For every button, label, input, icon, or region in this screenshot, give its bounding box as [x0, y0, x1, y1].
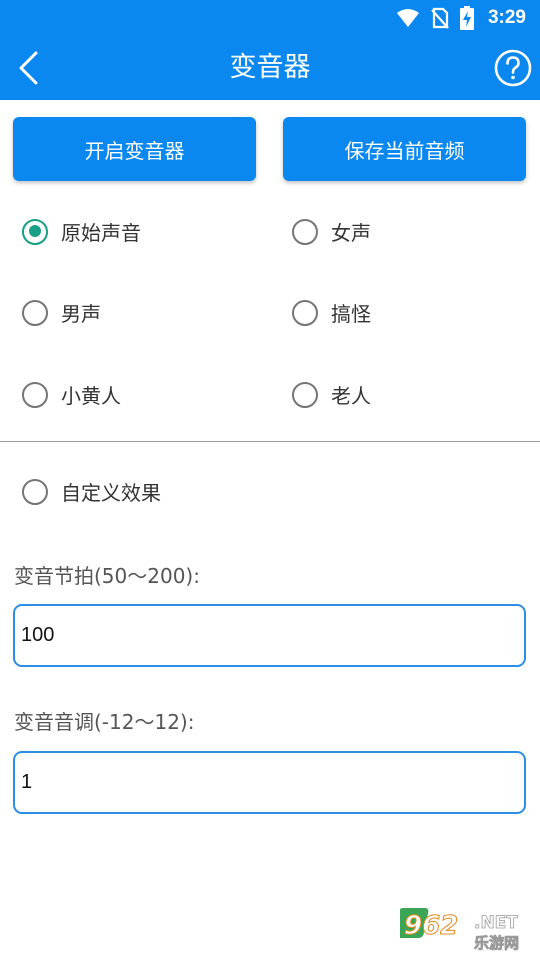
radio-button[interactable] [292, 218, 318, 245]
radio-label: 自定义效果 [61, 481, 161, 505]
help-icon [494, 49, 532, 87]
status-time: 3:29 [487, 7, 526, 28]
radio-dot [28, 225, 41, 237]
page-title: 变音器 [229, 52, 311, 83]
wifi-icon [396, 9, 419, 27]
radio-label: 原始声音 [61, 221, 141, 245]
radio-elderly-voice[interactable]: 老人 [292, 380, 371, 409]
radio-minion-voice[interactable]: 小黄人 [22, 380, 121, 409]
radio-button[interactable] [22, 478, 48, 505]
watermark-logo-graphic: 962 .NET 乐游网 [393, 908, 519, 952]
watermark-suffix: .NET [474, 913, 518, 933]
status-icons: 3:29 [396, 0, 526, 36]
radio-button[interactable] [292, 299, 318, 326]
pitch-label: 变音音调(-12～12): [14, 710, 195, 734]
radio-funny-voice[interactable]: 搞怪 [292, 298, 371, 327]
radio-button[interactable] [292, 381, 318, 408]
help-button[interactable] [494, 49, 532, 87]
back-arrow-icon [19, 51, 38, 85]
radio-label: 老人 [331, 384, 371, 408]
status-bar: 3:29 [0, 0, 540, 36]
radio-custom-effect[interactable]: 自定义效果 [22, 477, 161, 506]
pitch-input[interactable] [13, 751, 526, 814]
radio-original-voice[interactable]: 原始声音 [22, 217, 141, 246]
watermark-number: 962 [404, 911, 458, 941]
battery-charging-icon [459, 6, 474, 30]
watermark-logo: 962 .NET 乐游网 [393, 904, 532, 954]
radio-button[interactable] [22, 299, 48, 326]
radio-label: 小黄人 [61, 384, 121, 408]
radio-button-checked[interactable] [22, 218, 48, 245]
save-audio-button[interactable]: 保存当前音频 [283, 117, 526, 181]
app-bar: 变音器 [0, 36, 540, 100]
back-button[interactable] [12, 50, 48, 86]
radio-male-voice[interactable]: 男声 [22, 298, 101, 327]
divider [0, 441, 540, 442]
radio-label: 女声 [331, 221, 371, 245]
no-sim-icon [431, 7, 449, 29]
radio-female-voice[interactable]: 女声 [292, 217, 371, 246]
tempo-label: 变音节拍(50～200): [14, 564, 200, 588]
radio-button[interactable] [22, 381, 48, 408]
start-voice-changer-button[interactable]: 开启变音器 [13, 117, 256, 181]
radio-label: 男声 [61, 302, 101, 326]
tempo-input[interactable] [13, 604, 526, 667]
watermark-sub: 乐游网 [474, 934, 519, 952]
radio-label: 搞怪 [331, 302, 371, 326]
